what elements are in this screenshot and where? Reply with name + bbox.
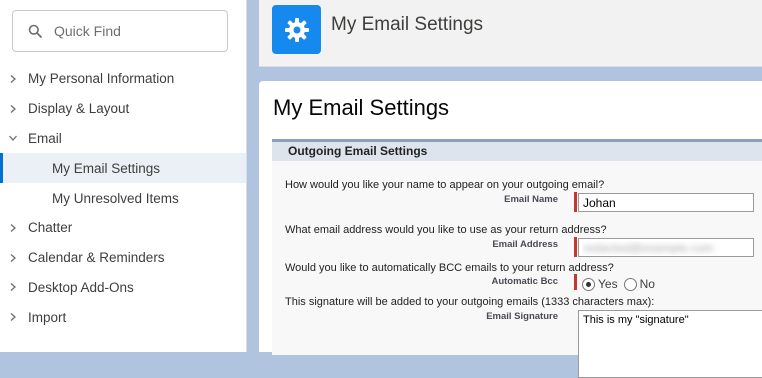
required-indicator — [574, 192, 577, 212]
bcc-yes-label: Yes — [598, 277, 618, 291]
required-indicator — [574, 237, 577, 257]
bcc-no-label: No — [639, 277, 655, 291]
email-signature-textarea[interactable]: This is my "signature" — [578, 310, 762, 378]
bcc-radio-group: Yes No — [582, 277, 661, 291]
nav-item-display-layout[interactable]: Display & Layout — [0, 94, 246, 124]
nav-item-import[interactable]: Import — [0, 302, 246, 332]
nav-item-chatter[interactable]: Chatter — [0, 213, 246, 243]
label-email-name: Email Name — [504, 194, 558, 205]
nav-item-calendar-reminders[interactable]: Calendar & Reminders — [0, 243, 246, 273]
section-header: Outgoing Email Settings — [272, 142, 762, 161]
label-automatic-bcc: Automatic Bcc — [491, 276, 558, 287]
nav-item-my-email-settings[interactable]: My Email Settings — [0, 153, 246, 184]
nav-item-label: My Unresolved Items — [52, 190, 179, 206]
page-title: My Email Settings — [273, 95, 450, 120]
nav-item-label: My Personal Information — [28, 71, 175, 87]
label-email-signature: Email Signature — [486, 311, 558, 322]
chevron-right-icon — [10, 74, 16, 83]
quick-find-box[interactable] — [12, 10, 228, 52]
label-email-address: Email Address — [492, 239, 558, 250]
nav-item-label: Display & Layout — [28, 101, 130, 117]
chevron-right-icon — [10, 104, 16, 113]
nav-item-label: Chatter — [28, 220, 73, 236]
required-indicator — [574, 274, 577, 290]
gear-icon — [284, 17, 309, 42]
setup-sidebar: My Personal Information Display & Layout… — [0, 0, 247, 352]
nav-item-label: My Email Settings — [52, 160, 161, 176]
chevron-down-icon — [9, 136, 17, 142]
question-bcc: Would you like to automatically BCC emai… — [285, 262, 614, 274]
nav-item-my-unresolved-items[interactable]: My Unresolved Items — [0, 183, 246, 213]
question-address: What email address would you like to use… — [285, 224, 607, 236]
quick-find-input[interactable] — [52, 22, 216, 40]
nav-item-email[interactable]: Email — [0, 124, 246, 154]
header-title: My Email Settings — [331, 14, 484, 35]
nav-item-label: Calendar & Reminders — [28, 250, 165, 266]
main-content: My Email Settings Outgoing Email Setting… — [259, 81, 762, 378]
nav-item-label: Import — [28, 309, 67, 325]
nav-item-label: Desktop Add-Ons — [28, 279, 134, 295]
question-name: How would you like your name to appear o… — [285, 179, 605, 191]
chevron-right-icon — [10, 283, 16, 292]
bcc-no-option[interactable]: No — [623, 277, 655, 291]
chevron-right-icon — [10, 253, 16, 262]
email-address-field[interactable] — [578, 238, 754, 257]
setup-nav: My Personal Information Display & Layout… — [0, 64, 246, 332]
bcc-yes-radio[interactable] — [582, 277, 595, 291]
bcc-yes-option[interactable]: Yes — [582, 277, 618, 291]
header-badge — [272, 5, 321, 54]
page-header: My Email Settings — [259, 0, 762, 67]
chevron-right-icon — [10, 223, 16, 232]
question-signature: This signature will be added to your out… — [285, 296, 655, 308]
bcc-no-radio[interactable] — [623, 277, 637, 291]
nav-item-desktop-add-ons[interactable]: Desktop Add-Ons — [0, 273, 246, 303]
nav-item-my-personal-information[interactable]: My Personal Information — [0, 64, 246, 94]
outgoing-email-section: Outgoing Email Settings How would you li… — [272, 139, 762, 378]
search-icon — [28, 24, 42, 38]
chevron-right-icon — [10, 313, 16, 322]
nav-item-label: Email — [28, 130, 62, 146]
email-name-field[interactable] — [578, 193, 754, 212]
